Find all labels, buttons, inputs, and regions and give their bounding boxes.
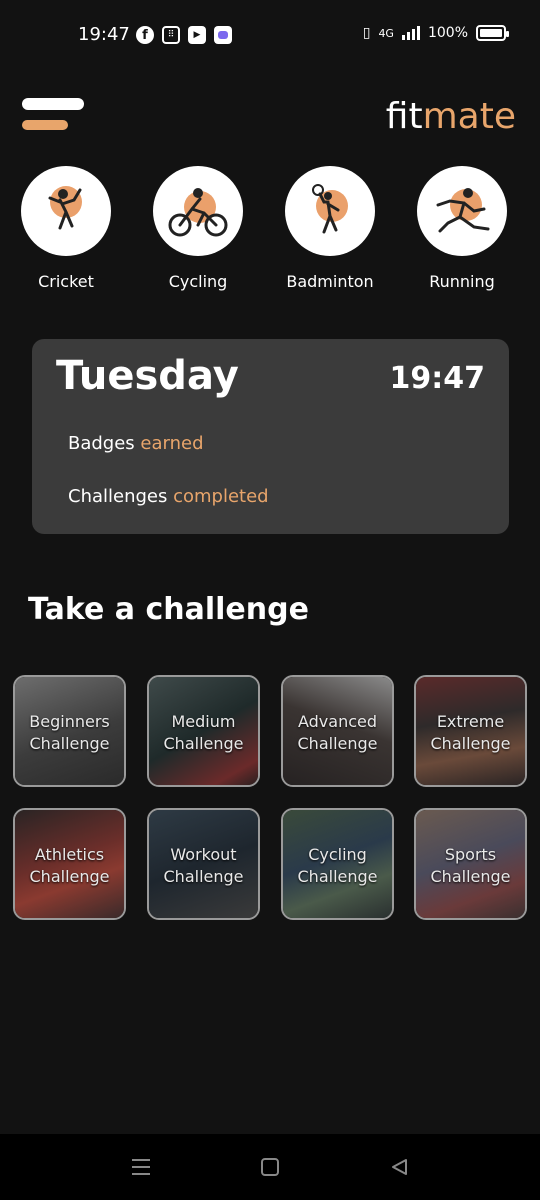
challenge-label: Workout Challenge xyxy=(149,844,258,888)
challenge-label-line2: Challenge xyxy=(29,734,110,753)
status-time: 19:47 xyxy=(78,24,130,45)
challenge-label: Athletics Challenge xyxy=(15,844,124,888)
challenge-label-line1: Extreme xyxy=(436,712,505,731)
status-bar: 19:47 f ⠿ ▶ ▯ 4G 100% xyxy=(0,0,540,72)
challenge-label-line2: Challenge xyxy=(297,867,378,886)
challenges-stat: Challenges completed xyxy=(68,486,269,507)
challenge-tile-advanced[interactable]: Advanced Challenge xyxy=(281,675,394,787)
challenge-tile-athletics[interactable]: Athletics Challenge xyxy=(13,808,126,920)
challenge-tile-beginners[interactable]: Beginners Challenge xyxy=(13,675,126,787)
challenge-label-line2: Challenge xyxy=(29,867,110,886)
challenge-label: Advanced Challenge xyxy=(283,711,392,755)
battery-icon xyxy=(476,25,509,41)
challenge-label: Medium Challenge xyxy=(149,711,258,755)
signal-icon xyxy=(401,26,420,40)
cycling-icon xyxy=(153,166,243,256)
badges-stat: Badges earned xyxy=(68,433,204,454)
network-label: 4G xyxy=(378,26,394,40)
today-card: Tuesday 19:47 Badges earned Challenges c… xyxy=(32,339,509,534)
challenge-label-line1: Athletics xyxy=(34,845,105,864)
challenge-label-line1: Advanced xyxy=(297,712,378,731)
sports-row: Cricket Cycling Badminton Running xyxy=(0,166,540,306)
challenge-tile-cycling[interactable]: Cycling Challenge xyxy=(281,808,394,920)
logo-fit: fit xyxy=(385,96,423,137)
app-logo: fitmate xyxy=(386,96,516,137)
challenge-tile-workout[interactable]: Workout Challenge xyxy=(147,808,260,920)
challenge-label: Extreme Challenge xyxy=(416,711,525,755)
challenge-label-line2: Challenge xyxy=(163,734,244,753)
challenge-tile-medium[interactable]: Medium Challenge xyxy=(147,675,260,787)
sport-item-cycling[interactable]: Cycling xyxy=(138,166,258,291)
menu-button[interactable] xyxy=(22,98,84,132)
recent-apps-icon[interactable] xyxy=(126,1154,156,1180)
challenge-label-line1: Beginners xyxy=(29,712,110,731)
badminton-icon xyxy=(285,166,375,256)
challenge-label-line2: Challenge xyxy=(430,867,511,886)
sport-item-running[interactable]: Running xyxy=(402,166,522,291)
challenge-label: Beginners Challenge xyxy=(15,711,124,755)
menu-icon-bar-top xyxy=(22,98,84,110)
logo-mate: mate xyxy=(422,96,516,137)
challenge-label-line1: Medium xyxy=(171,712,236,731)
back-icon[interactable] xyxy=(384,1154,414,1180)
home-icon[interactable] xyxy=(255,1154,285,1180)
notification-icons: f ⠿ ▶ xyxy=(136,26,232,44)
cricket-icon xyxy=(21,166,111,256)
youtube-icon: ▶ xyxy=(188,26,206,44)
challenge-label-line2: Challenge xyxy=(430,734,511,753)
system-status: ▯ 4G 100% xyxy=(362,25,509,41)
sport-label: Running xyxy=(429,272,495,291)
challenge-label-line2: Challenge xyxy=(163,867,244,886)
challenge-label-line2: Challenge xyxy=(297,734,378,753)
challenge-tile-sports[interactable]: Sports Challenge xyxy=(414,808,527,920)
vibrate-icon: ▯ xyxy=(362,25,371,41)
challenge-label: Sports Challenge xyxy=(416,844,525,888)
day-title: Tuesday xyxy=(56,353,239,399)
sport-label: Badminton xyxy=(286,272,374,291)
teams-icon xyxy=(214,26,232,44)
running-icon xyxy=(417,166,507,256)
menu-icon-bar-bottom xyxy=(22,120,68,130)
system-nav-bar xyxy=(0,1134,540,1200)
challenge-label: Cycling Challenge xyxy=(283,844,392,888)
facebook-icon: f xyxy=(136,26,154,44)
challenges-accent: completed xyxy=(173,486,269,507)
sport-item-cricket[interactable]: Cricket xyxy=(6,166,126,291)
challenge-tile-extreme[interactable]: Extreme Challenge xyxy=(414,675,527,787)
challenge-label-line1: Sports xyxy=(444,845,497,864)
battery-percent: 100% xyxy=(427,25,468,41)
challenge-label-line1: Workout xyxy=(170,845,237,864)
challenge-label-line1: Cycling xyxy=(308,845,367,864)
badges-label: Badges xyxy=(68,433,135,454)
current-time: 19:47 xyxy=(389,361,486,396)
section-title: Take a challenge xyxy=(28,592,309,627)
grid-app-icon: ⠿ xyxy=(162,26,180,44)
sport-label: Cricket xyxy=(38,272,94,291)
badges-accent: earned xyxy=(140,433,204,454)
challenges-label: Challenges xyxy=(68,486,168,507)
sport-item-badminton[interactable]: Badminton xyxy=(270,166,390,291)
sport-label: Cycling xyxy=(168,272,228,291)
